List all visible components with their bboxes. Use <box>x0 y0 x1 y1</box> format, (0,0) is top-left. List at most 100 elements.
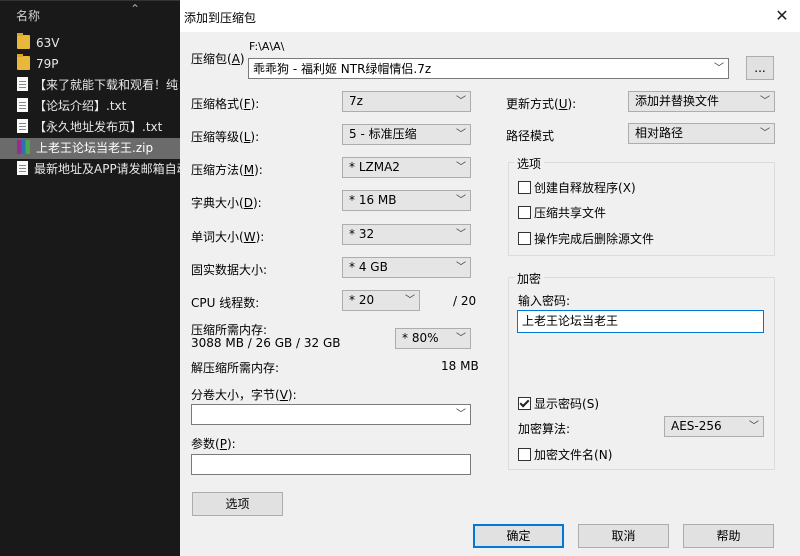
dialog-title: 添加到压缩包 <box>184 11 257 25</box>
level-select[interactable]: 5 - 标准压缩 ﹀ <box>342 124 471 145</box>
threads-value: * 20 <box>349 293 375 307</box>
method-label-text: 压缩方法 <box>191 163 240 177</box>
word-select[interactable]: * 32 ﹀ <box>342 224 471 245</box>
column-header-name[interactable]: 名称 <box>16 7 40 24</box>
params-label-text: 参数 <box>191 437 216 451</box>
volume-access-key: V <box>279 388 288 402</box>
solid-label: 固实数据大小: <box>191 263 268 277</box>
threads-max: / 20 <box>453 294 477 308</box>
decomp-label: 解压缩所需内存: <box>191 361 280 375</box>
file-row[interactable]: 最新地址及APP请发邮箱自动 <box>0 159 180 180</box>
checkbox-box-checked[interactable] <box>518 397 531 410</box>
file-row[interactable]: 上老王论坛当老王.zip <box>0 138 180 159</box>
archive-path: F:\A\A\ <box>249 40 285 53</box>
volume-label: 分卷大小，字节(V): <box>191 388 297 402</box>
format-select[interactable]: 7z ﹀ <box>342 91 471 112</box>
chevron-up-icon[interactable]: ⌃ <box>130 2 140 16</box>
delete-after-checkbox[interactable]: 操作完成后删除源文件 <box>518 230 654 247</box>
update-mode-select[interactable]: 添加并替换文件 ﹀ <box>628 91 775 112</box>
file-row[interactable]: 【论坛介绍】.txt <box>0 96 180 117</box>
text-file-icon <box>17 119 28 133</box>
shared-files-label: 压缩共享文件 <box>534 206 607 220</box>
show-password-access-key: S <box>586 397 595 411</box>
threads-label-text: CPU 线程数 <box>191 296 256 310</box>
algorithm-value: AES-256 <box>671 419 722 433</box>
threads-select[interactable]: * 20 ﹀ <box>342 290 420 311</box>
solid-select[interactable]: * 4 GB ﹀ <box>342 257 471 278</box>
file-row[interactable]: 【来了就能下载和观看！纯 <box>0 75 180 96</box>
file-row[interactable]: 63V <box>0 33 180 54</box>
add-to-archive-dialog: 添加到压缩包 ✕ 压缩包(A) F:\A\A\ 乖乖狗 - 福利姬 NTR绿帽情… <box>180 0 800 556</box>
file-name: 【来了就能下载和观看！纯 <box>34 78 179 92</box>
checkbox-box[interactable] <box>518 448 531 461</box>
level-label: 压缩等级(L): <box>191 130 260 144</box>
ok-button[interactable]: 确定 <box>473 524 564 548</box>
method-label: 压缩方法(M): <box>191 163 263 177</box>
level-label-text: 压缩等级 <box>191 130 240 144</box>
file-row[interactable]: 79P <box>0 54 180 75</box>
volume-size-combo[interactable]: ﹀ <box>191 404 471 425</box>
file-name: 上老王论坛当老王.zip <box>36 141 154 155</box>
sfx-checkbox[interactable]: 创建自释放程序(X) <box>518 179 636 196</box>
browse-button[interactable]: ... <box>746 56 774 80</box>
checkbox-box[interactable] <box>518 181 531 194</box>
shared-files-checkbox[interactable]: 压缩共享文件 <box>518 204 606 221</box>
file-name: 63V <box>36 36 60 50</box>
dict-label: 字典大小(D): <box>191 196 262 210</box>
params-label: 参数(P): <box>191 437 236 451</box>
memory-detail: 3088 MB / 26 GB / 32 GB <box>191 336 341 350</box>
cancel-button[interactable]: 取消 <box>578 524 669 548</box>
dict-access-key: D <box>243 196 253 210</box>
password-input[interactable]: 上老王论坛当老王 <box>517 310 764 333</box>
archive-name-value: 乖乖狗 - 福利姬 NTR绿帽情侣.7z <box>253 62 432 76</box>
checkbox-box[interactable] <box>518 232 531 245</box>
checkbox-box[interactable] <box>518 206 531 219</box>
sfx-access-key: X <box>622 181 631 195</box>
algorithm-select[interactable]: AES-256 ﹀ <box>664 416 764 437</box>
chevron-down-icon: ﹀ <box>456 96 466 107</box>
threads-label: CPU 线程数: <box>191 296 260 310</box>
options-button[interactable]: 选项 <box>192 492 283 516</box>
level-value: 5 - 标准压缩 <box>349 127 417 141</box>
chevron-down-icon: ﹀ <box>405 295 415 306</box>
word-label: 单词大小(W): <box>191 230 265 244</box>
chevron-down-icon: ﹀ <box>456 229 466 240</box>
path-mode-select[interactable]: 相对路径 ﹀ <box>628 123 775 144</box>
file-name: 最新地址及APP请发邮箱自动 <box>34 162 180 176</box>
method-select[interactable]: * LZMA2 ﹀ <box>342 157 471 178</box>
archive-access-key: A <box>231 52 240 66</box>
chevron-down-icon[interactable]: ﹀ <box>714 59 724 78</box>
chevron-down-icon: ﹀ <box>456 129 466 140</box>
decomp-label-text: 解压缩所需内存 <box>191 361 276 375</box>
params-input[interactable] <box>191 454 471 475</box>
close-icon[interactable]: ✕ <box>770 4 794 28</box>
archive-label: 压缩包(A) <box>191 52 245 66</box>
path-mode-label: 路径模式 <box>506 129 555 143</box>
memory-select[interactable]: * 80% ﹀ <box>395 328 471 349</box>
options-group-title: 选项 <box>514 155 545 172</box>
folder-icon <box>17 54 30 70</box>
password-label-text: 输入密码 <box>518 294 567 308</box>
show-password-checkbox[interactable]: 显示密码(S) <box>518 395 599 412</box>
show-password-label: 显示密码 <box>534 397 583 411</box>
help-button[interactable]: 帮助 <box>683 524 774 548</box>
word-value: * 32 <box>349 227 375 241</box>
encrypt-names-checkbox[interactable]: 加密文件名(N) <box>518 446 612 463</box>
dict-select[interactable]: * 16 MB ﹀ <box>342 190 471 211</box>
archive-name-combo[interactable]: 乖乖狗 - 福利姬 NTR绿帽情侣.7z ﹀ <box>248 58 729 79</box>
chevron-down-icon: ﹀ <box>456 195 466 206</box>
dict-label-text: 字典大小 <box>191 196 240 210</box>
update-access-key: U <box>558 97 568 111</box>
memory-label-text: 压缩所需内存 <box>191 323 264 337</box>
chevron-down-icon[interactable]: ﹀ <box>456 405 466 424</box>
file-name: 79P <box>36 57 59 71</box>
delete-after-label: 操作完成后删除源文件 <box>534 232 655 246</box>
method-access-key: M <box>243 163 255 177</box>
file-name: 【永久地址发布页】.txt <box>34 120 163 134</box>
method-value: * LZMA2 <box>349 160 400 174</box>
volume-label-text: 分卷大小，字节 <box>191 388 276 402</box>
file-row[interactable]: 【永久地址发布页】.txt <box>0 117 180 138</box>
text-file-icon <box>17 98 28 112</box>
encrypt-names-access-key: N <box>598 448 608 462</box>
chevron-down-icon: ﹀ <box>456 162 466 173</box>
